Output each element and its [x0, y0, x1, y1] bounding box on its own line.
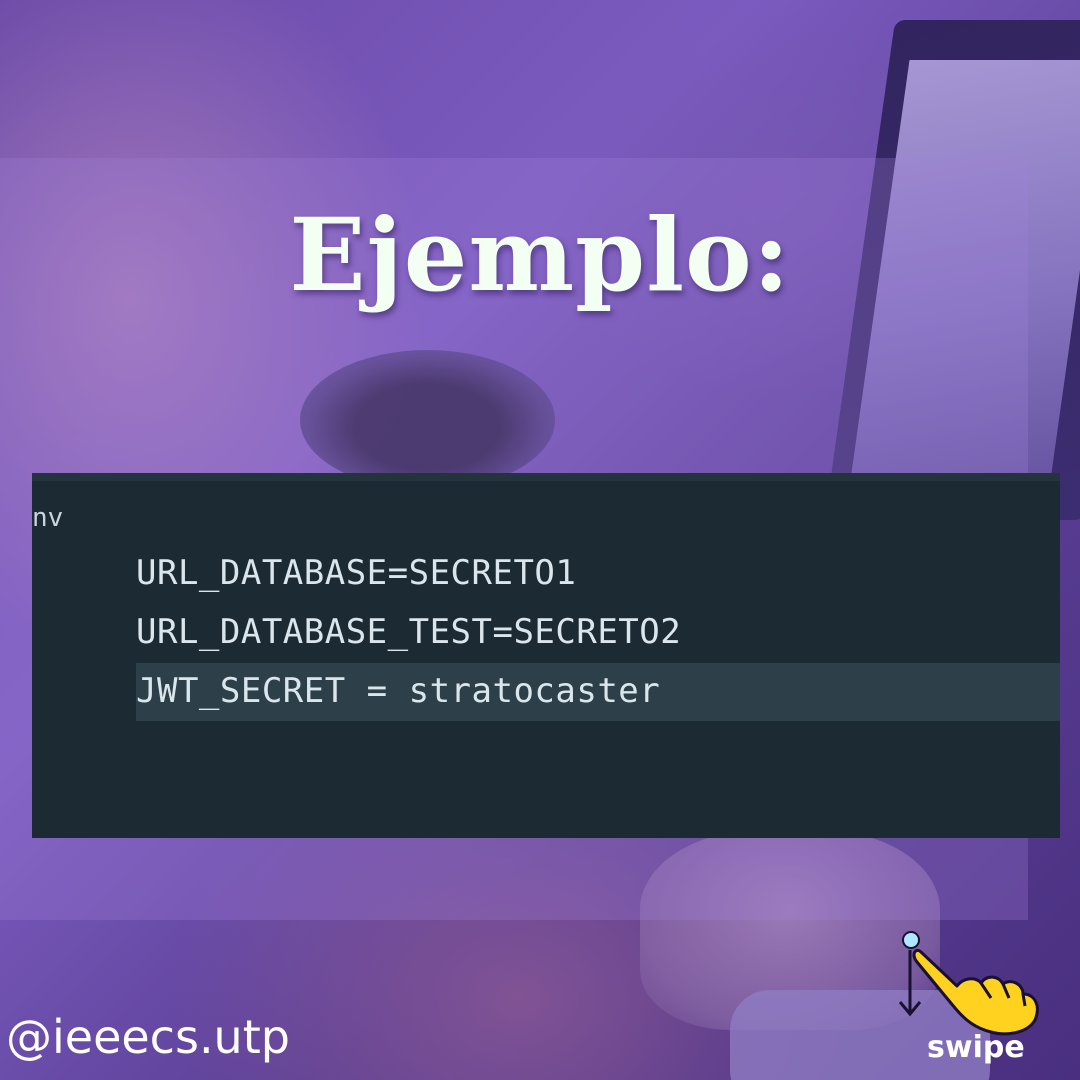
code-line-1: URL_DATABASE=SECRETO1: [136, 553, 577, 593]
swipe-label: swipe: [927, 1030, 1025, 1065]
pointing-hand-swipe-icon: [898, 931, 1039, 1036]
code-editor: nv URL_DATABASE=SECRETO1 URL_DATABASE_TE…: [32, 473, 1060, 838]
editor-filename-fragment: nv: [32, 503, 64, 533]
editor-tab-bar: [32, 473, 1060, 481]
social-handle: @ieeecs.utp: [6, 1010, 290, 1064]
page-title: Ejemplo:: [289, 196, 791, 314]
code-line-2: URL_DATABASE_TEST=SECRETO2: [136, 612, 682, 652]
code-line-3: JWT_SECRET = stratocaster: [136, 671, 661, 711]
